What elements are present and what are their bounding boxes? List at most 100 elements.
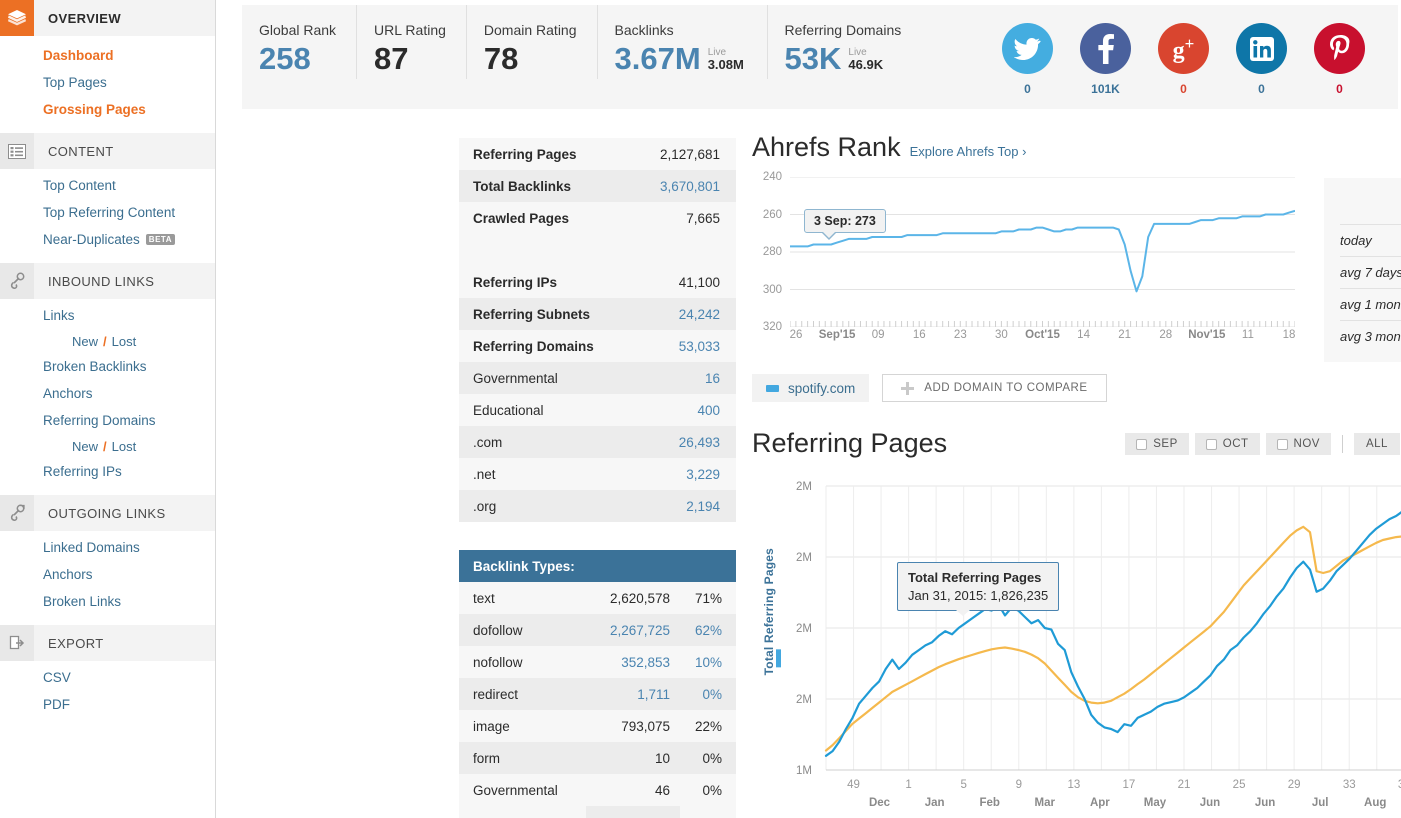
sidebar-item-top-referring-content[interactable]: Top Referring Content [0,199,215,226]
sidebar-item-label: Dashboard [43,48,114,63]
social-facebook[interactable]: 101K [1080,23,1131,96]
sidebar-item-referring-domains[interactable]: Referring Domains [0,407,215,434]
google-plus-icon[interactable]: g+ [1158,23,1209,74]
table-row[interactable]: Referring Pages 2,127,681 [459,138,736,170]
table-row[interactable]: .net 3,229 [459,458,736,490]
x-tick-week: 5 [960,779,966,791]
linkedin-icon[interactable] [1236,23,1287,74]
sidebar-item-top-content[interactable]: Top Content [0,172,215,199]
range-button-all[interactable]: ALL [1353,433,1400,455]
backlink-type-count[interactable]: 352,853 [586,655,680,670]
x-tick-label: Oct'15 [1025,329,1060,341]
stat-value[interactable]: 53,033 [679,339,720,354]
sidebar-item-linked-domains[interactable]: Linked Domains [0,534,215,561]
table-row[interactable]: Total Backlinks 3,670,801 [459,170,736,202]
checkbox-icon[interactable] [1205,438,1217,450]
table-row[interactable]: redirect 1,711 0% [459,678,736,710]
table-row[interactable]: Educational 400 [459,394,736,426]
month-checkbox-sep[interactable]: SEP [1125,433,1189,455]
explore-ahrefs-top-link[interactable]: Explore Ahrefs Top › [910,144,1027,159]
table-row[interactable]: dofollow 2,267,725 62% [459,614,736,646]
sidebar-section-outgoing-links[interactable]: OUTGOING LINKS [0,495,215,531]
table-row[interactable]: .org 2,194 [459,490,736,522]
backlink-type-count[interactable]: 1,711 [586,687,680,702]
sidebar-item-label: Anchors [43,567,93,582]
table-row[interactable]: Referring Subnets 24,242 [459,298,736,330]
metric-value: 53K [784,41,842,76]
sidebar-item-pdf[interactable]: PDF [0,691,215,718]
backlink-type-count[interactable]: 2,267,725 [586,623,680,638]
x-tick-week: 1 [905,779,911,791]
sidebar-subitem-new[interactable]: New [72,439,98,454]
social-google-plus[interactable]: g+ 0 [1158,23,1209,96]
stat-value: 41,100 [678,274,720,290]
table-row[interactable]: Referring IPs 41,100 [459,266,736,298]
stat-value[interactable]: 26,493 [679,435,720,450]
twitter-icon[interactable] [1002,23,1053,74]
table-row[interactable]: text 2,620,578 71% [459,582,736,614]
table-row[interactable]: image 793,075 22% [459,710,736,742]
stat-value[interactable]: 3,229 [686,467,720,482]
sidebar-item-anchors-outgoing[interactable]: Anchors [0,561,215,588]
sidebar-subitem-new[interactable]: New [72,334,98,349]
sidebar-item-links[interactable]: Links [0,302,215,329]
backlink-type-name: Governmental [473,782,558,798]
table-row[interactable]: Referring Domains 53,033 [459,330,736,362]
table-row[interactable]: nofollow 352,853 10% [459,646,736,678]
pinterest-icon[interactable] [1314,23,1365,74]
table-row[interactable]: Governmental 16 [459,362,736,394]
sidebar-item-csv[interactable]: CSV [0,664,215,691]
facebook-icon[interactable] [1080,23,1131,74]
backlink-type-percent: 22% [694,718,722,734]
outbound-link-icon [0,495,34,531]
month-checkbox-oct[interactable]: OCT [1194,433,1260,455]
stat-value[interactable]: 16 [705,371,720,386]
sidebar-section-overview[interactable]: OVERVIEW [0,0,215,36]
sidebar-subitem-lost[interactable]: Lost [112,334,137,349]
sidebar-item-broken-links[interactable]: Broken Links [0,588,215,615]
sidebar-item-label: Top Pages [43,75,107,90]
sidebar-subitem-links-new-lost[interactable]: New / Lost [0,329,215,353]
sidebar-section-export[interactable]: EXPORT [0,625,215,661]
sidebar-section-label: INBOUND LINKS [48,273,155,289]
domain-chip-spotify[interactable]: spotify.com [752,374,870,402]
sidebar-item-broken-backlinks[interactable]: Broken Backlinks [0,353,215,380]
sidebar-item-dashboard[interactable]: Dashboard [0,42,215,69]
table-row[interactable]: Governmental 46 0% [459,774,736,806]
table-row: avg 7 days 260 0 [1340,256,1401,289]
social-linkedin[interactable]: 0 [1236,23,1287,96]
sidebar-subitem-separator: / [103,438,107,454]
stat-value[interactable]: 24,242 [679,307,720,322]
table-row[interactable]: .com 26,493 [459,426,736,458]
social-twitter[interactable]: 0 [1002,23,1053,96]
stat-value[interactable]: 2,194 [686,499,720,514]
table-footer-strip [459,806,736,818]
sidebar-item-label: CSV [43,670,71,685]
metric-live-group: Live 46.9K [848,47,883,74]
checkbox-icon[interactable] [1276,438,1288,450]
add-domain-to-compare-button[interactable]: ADD DOMAIN TO COMPARE [882,374,1107,402]
sidebar-section-content[interactable]: CONTENT [0,133,215,169]
stat-value[interactable]: 3,670,801 [660,179,720,194]
x-tick-label: 23 [953,329,967,341]
sidebar-item-referring-ips[interactable]: Referring IPs [0,458,215,485]
checkbox-label: NOV [1293,438,1320,450]
sidebar-item-grossing-pages[interactable]: Grossing Pages [0,96,215,123]
stat-value[interactable]: 400 [697,403,720,418]
sidebar-section-label: OUTGOING LINKS [48,505,166,521]
x-tick-label: 16 [912,329,926,341]
sidebar-item-top-pages[interactable]: Top Pages [0,69,215,96]
checkbox-icon[interactable] [1136,438,1148,450]
x-tick-week: 17 [1123,779,1136,791]
month-checkbox-nov[interactable]: NOV [1265,433,1331,455]
sidebar-subitem-refdomains-new-lost[interactable]: New / Lost [0,434,215,458]
sidebar-item-anchors-inbound[interactable]: Anchors [0,380,215,407]
sidebar-item-label: Top Content [43,178,116,193]
table-row[interactable]: Crawled Pages 7,665 [459,202,736,234]
sidebar-section-inbound-links[interactable]: INBOUND LINKS [0,263,215,299]
table-row[interactable]: form 10 0% [459,742,736,774]
sidebar-item-near-duplicates[interactable]: Near-Duplicates BETA [0,226,215,253]
social-pinterest[interactable]: 0 [1314,23,1365,96]
sidebar-subitem-lost[interactable]: Lost [112,439,137,454]
site-stats-table: Referring Pages 2,127,681 Total Backlink… [459,138,736,522]
